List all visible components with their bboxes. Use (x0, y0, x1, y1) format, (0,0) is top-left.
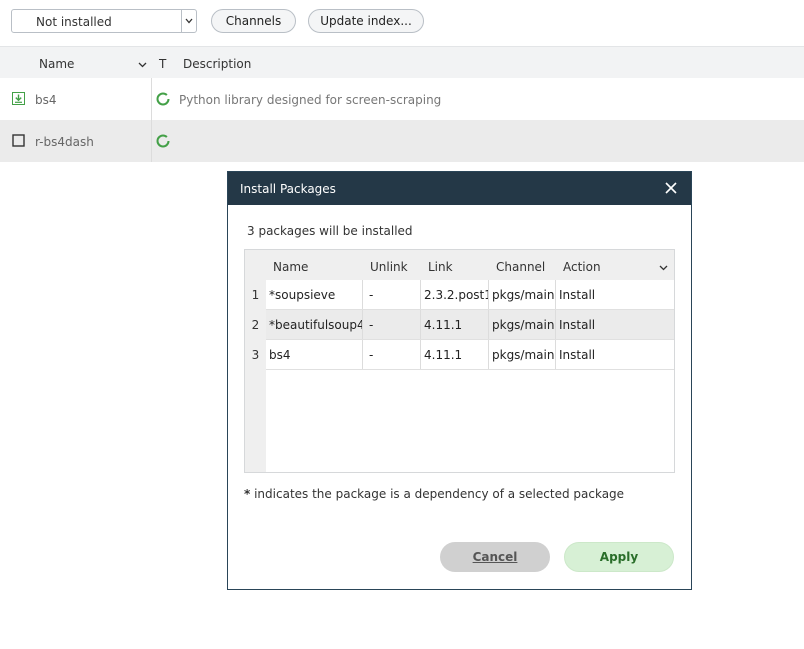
cell-action: Install (559, 288, 596, 302)
cell-unlink: - (363, 310, 421, 339)
column-header-description[interactable]: Description (183, 57, 251, 71)
column-header-channel[interactable]: Channel (496, 260, 545, 274)
cell-link: 2.3.2.post1 (421, 280, 489, 309)
cell-action: Install (559, 318, 596, 332)
update-index-button[interactable]: Update index... (308, 9, 424, 33)
cell-action: Install (559, 348, 596, 362)
column-header-link[interactable]: Link (428, 260, 453, 274)
column-header-name[interactable]: Name (39, 57, 74, 71)
table-header: Name Unlink Link Channel Action (266, 250, 674, 280)
dialog-title-bar: Install Packages (228, 172, 691, 205)
package-filter-select[interactable]: Not installed (11, 9, 197, 33)
cell-unlink: - (363, 340, 421, 369)
filter-select-value: Not installed (36, 15, 112, 29)
footnote-text: indicates the package is a dependency of… (250, 487, 625, 501)
install-packages-dialog: Install Packages 3 packages will be inst… (227, 171, 692, 590)
row-number: 2 (251, 318, 260, 332)
column-divider (151, 78, 152, 120)
apply-button[interactable]: Apply (564, 542, 674, 572)
dependency-footnote: * indicates the package is a dependency … (244, 487, 624, 501)
toolbar: Not installed Channels Update index... (0, 0, 804, 46)
cell-link: 4.11.1 (421, 310, 489, 339)
row-number: 1 (251, 288, 260, 302)
cell-channel: pkgs/main (489, 340, 556, 369)
package-row[interactable]: r-bs4dash (0, 120, 804, 162)
cell-unlink: - (363, 280, 421, 309)
cancel-button[interactable]: Cancel (440, 542, 550, 572)
column-divider (151, 120, 152, 162)
cell-name: *soupsieve (266, 280, 363, 309)
package-name: bs4 (35, 93, 57, 107)
cell-link: 4.11.1 (421, 340, 489, 369)
loading-spinner-icon (156, 92, 170, 109)
column-header-action[interactable]: Action (563, 260, 601, 274)
install-summary: 3 packages will be installed (247, 224, 413, 238)
close-icon[interactable] (663, 180, 679, 196)
column-header-type[interactable]: T (159, 57, 166, 71)
package-description: Python library designed for screen-scrap… (179, 93, 442, 107)
cell-name: *beautifulsoup4 (266, 310, 363, 339)
chevron-down-icon[interactable] (181, 10, 196, 32)
loading-spinner-icon (156, 134, 170, 151)
package-row[interactable]: bs4 Python library designed for screen-s… (0, 78, 804, 120)
cell-channel: pkgs/main (489, 310, 556, 339)
cell-name: bs4 (266, 340, 363, 369)
row-number: 3 (251, 348, 260, 362)
column-header-unlink[interactable]: Unlink (370, 260, 408, 274)
checkbox-icon[interactable] (12, 134, 25, 147)
table-row[interactable]: *beautifulsoup4 - 4.11.1 pkgs/main Insta… (266, 310, 674, 340)
package-name: r-bs4dash (35, 135, 94, 149)
table-row[interactable]: bs4 - 4.11.1 pkgs/main Install (266, 340, 674, 370)
column-header-name[interactable]: Name (273, 260, 308, 274)
package-grid-header: Name T Description (0, 46, 804, 78)
chevron-down-icon[interactable] (659, 260, 668, 274)
dialog-title: Install Packages (240, 182, 336, 196)
channels-button[interactable]: Channels (211, 9, 296, 33)
cell-channel: pkgs/main (489, 280, 556, 309)
chevron-down-icon[interactable] (138, 57, 147, 71)
install-marked-icon[interactable] (12, 92, 25, 105)
packages-table: Name Unlink Link Channel Action 1 *soups… (244, 249, 675, 473)
table-row[interactable]: *soupsieve - 2.3.2.post1 pkgs/main Insta… (266, 280, 674, 310)
